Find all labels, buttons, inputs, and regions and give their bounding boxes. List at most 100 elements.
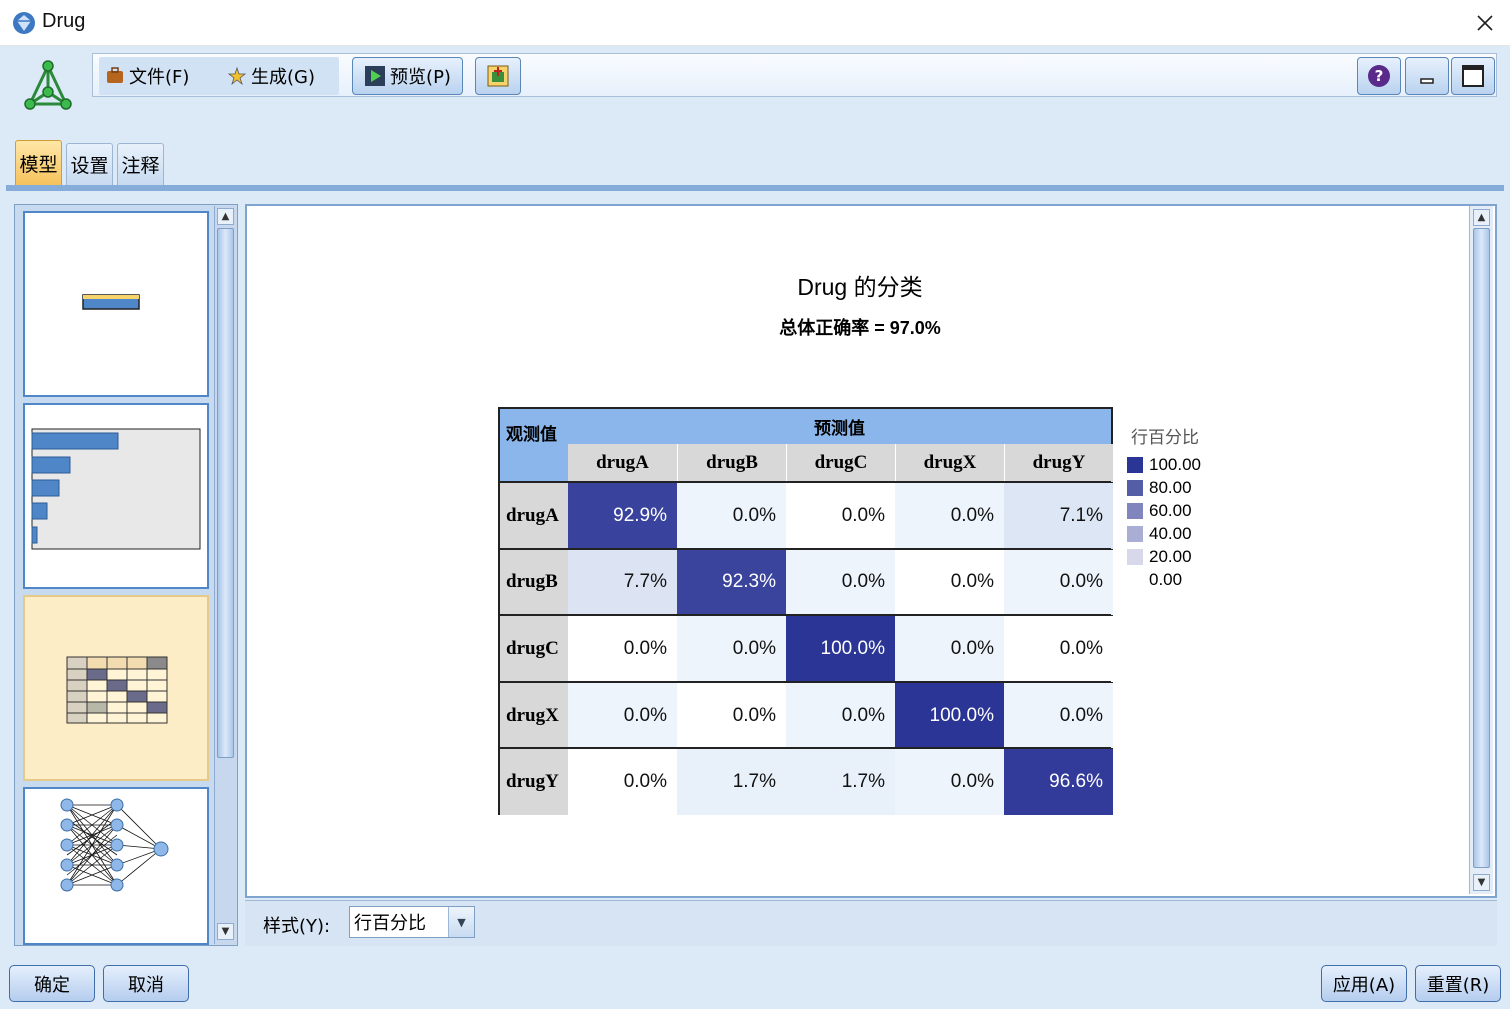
chart-subtitle: 总体正确率 = 97.0% (779, 318, 941, 338)
cell-drugB-drugB: 92.3% (677, 549, 786, 616)
reset-button[interactable]: 重置(R) (1415, 965, 1501, 1002)
legend-item: 20.00 (1127, 547, 1192, 567)
cell-drugA-drugY: 7.1% (1004, 483, 1113, 549)
cell-drugC-drugA: 0.0% (568, 616, 677, 682)
main-scroll-up-arrow-icon[interactable]: ▲ (1473, 209, 1490, 226)
toolbar: 文件(F) 生成(G) 预览(P) ? (92, 53, 1497, 97)
cell-drugX-drugY: 0.0% (1004, 682, 1113, 749)
cell-drugX-drugA: 0.0% (568, 682, 677, 749)
row-header-drugY: drugY (500, 749, 568, 815)
thumbnail-network-diagram[interactable] (23, 787, 209, 945)
add-to-stream-button[interactable] (475, 57, 521, 95)
legend-label: 100.00 (1149, 455, 1201, 474)
help-button[interactable]: ? (1357, 57, 1401, 95)
tab-annotations-label: 注释 (121, 155, 160, 177)
minimize-button[interactable] (1405, 57, 1449, 95)
svg-text:?: ? (1375, 67, 1384, 85)
cell-drugY-drugB: 1.7% (677, 749, 786, 815)
help-icon: ? (1368, 65, 1390, 87)
column-header-drugX: drugX (895, 444, 1004, 482)
generate-menu-label: 生成(G) (251, 67, 315, 88)
tab-settings[interactable]: 设置 (66, 143, 113, 185)
cell-drugA-drugX: 0.0% (895, 483, 1004, 549)
cancel-button[interactable]: 取消 (103, 965, 189, 1002)
main-scrollbar[interactable]: ▲ ▼ (1469, 206, 1493, 894)
main-scroll-down-arrow-icon[interactable]: ▼ (1473, 874, 1490, 891)
legend-label: 0.00 (1149, 570, 1183, 589)
ok-button[interactable]: 确定 (9, 965, 95, 1002)
cell-drugC-drugC: 100.0% (786, 616, 895, 682)
legend-item: 40.00 (1127, 524, 1192, 544)
briefcase-icon (107, 67, 123, 83)
legend-label: 40.00 (1149, 524, 1192, 543)
cell-drugA-drugA: 92.9% (568, 483, 677, 549)
row-header-drugC: drugC (500, 616, 568, 682)
cell-drugC-drugX: 0.0% (895, 616, 1004, 682)
predicted-header: 预测值 (568, 409, 1111, 444)
legend-swatch (1127, 480, 1143, 496)
legend-item: 80.00 (1127, 478, 1192, 498)
legend-label: 60.00 (1149, 501, 1192, 520)
file-menu[interactable]: 文件(F) (105, 63, 189, 89)
scroll-down-arrow-icon[interactable]: ▼ (217, 923, 234, 940)
apply-button[interactable]: 应用(A) (1321, 965, 1407, 1002)
legend-swatch (1127, 572, 1143, 588)
legend-swatch (1127, 526, 1143, 542)
legend-swatch (1127, 503, 1143, 519)
cell-drugC-drugB: 0.0% (677, 616, 786, 682)
title-bar (0, 0, 1510, 46)
generate-star-icon (227, 66, 247, 86)
legend-label: 80.00 (1149, 478, 1192, 497)
classification-grid-icon (66, 656, 168, 724)
preview-button[interactable]: 预览(P) (352, 57, 463, 95)
preview-play-icon (365, 66, 386, 86)
scroll-up-arrow-icon[interactable]: ▲ (217, 208, 234, 225)
reset-button-label: 重置(R) (1426, 974, 1490, 996)
cell-drugY-drugX: 0.0% (895, 749, 1004, 815)
column-header-drugY: drugY (1004, 444, 1113, 482)
style-dropdown[interactable]: 行百分比 ▼ (349, 906, 475, 938)
cell-drugY-drugA: 0.0% (568, 749, 677, 815)
preview-button-label: 预览(P) (390, 67, 451, 88)
legend-item: 60.00 (1127, 501, 1192, 521)
tab-model-label: 模型 (19, 153, 58, 176)
row-header-drugA: drugA (500, 483, 568, 549)
cell-drugA-drugC: 0.0% (786, 483, 895, 549)
row-header-drugB: drugB (500, 549, 568, 616)
cell-drugX-drugX: 100.0% (895, 682, 1004, 749)
legend-label: 20.00 (1149, 547, 1192, 566)
cell-drugX-drugB: 0.0% (677, 682, 786, 749)
thumbnail-classification-table[interactable] (23, 595, 209, 781)
legend-item: 100.00 (1127, 455, 1201, 475)
maximize-button[interactable] (1451, 57, 1495, 95)
network-diagram-icon (60, 798, 169, 892)
summary-bar-icon (82, 294, 140, 310)
scrollbar-thumb[interactable] (217, 228, 234, 758)
cell-drugB-drugX: 0.0% (895, 549, 1004, 616)
cell-drugB-drugC: 0.0% (786, 549, 895, 616)
cell-drugA-drugB: 0.0% (677, 483, 786, 549)
importance-bar-chart-icon (31, 428, 201, 550)
file-menu-label: 文件(F) (129, 67, 190, 88)
cell-drugY-drugY: 96.6% (1004, 749, 1113, 815)
classification-table: 观测值 预测值 drugA drugB drugC drugX drugY drugA 92… (498, 407, 1113, 815)
thumbnail-predictor-importance[interactable] (23, 403, 209, 589)
generate-menu[interactable]: 生成(G) (227, 63, 315, 89)
neural-net-logo-icon (24, 60, 72, 110)
chart-title: Drug 的分类 (797, 274, 923, 300)
legend-swatch (1127, 549, 1143, 565)
chevron-down-icon[interactable]: ▼ (448, 907, 474, 937)
tab-annotations[interactable]: 注释 (117, 143, 164, 185)
drug-app-icon (13, 12, 35, 34)
cell-drugY-drugC: 1.7% (786, 749, 895, 815)
cell-drugX-drugC: 0.0% (786, 682, 895, 749)
style-dropdown-value: 行百分比 (354, 913, 426, 934)
tab-model[interactable]: 模型 (15, 140, 62, 185)
cell-drugC-drugY: 0.0% (1004, 616, 1113, 682)
column-header-drugB: drugB (677, 444, 786, 482)
column-header-drugA: drugA (568, 444, 677, 482)
thumbnail-model-summary[interactable] (23, 211, 209, 397)
observed-header: 观测值 (500, 409, 568, 482)
ok-button-label: 确定 (34, 974, 70, 996)
close-icon[interactable] (1468, 6, 1502, 40)
